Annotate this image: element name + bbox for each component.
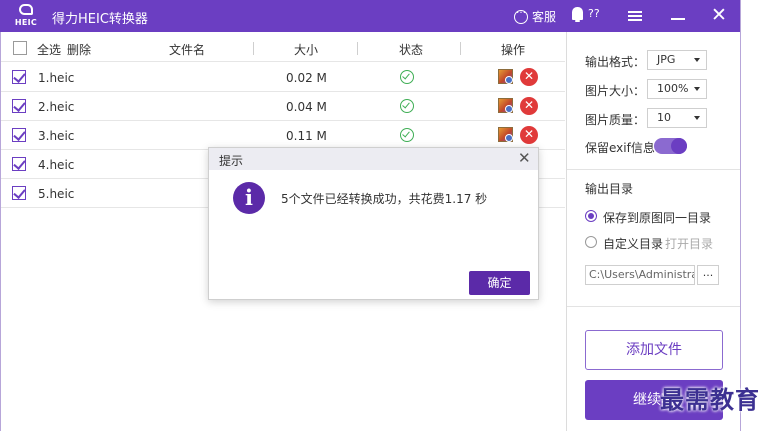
- preview-image-icon[interactable]: [498, 98, 513, 113]
- column-header-status: 状态: [399, 43, 424, 57]
- delete-icon[interactable]: ✕: [520, 68, 538, 86]
- file-size: 0.11 M: [286, 129, 327, 143]
- row-checkbox[interactable]: [12, 157, 26, 171]
- row-checkbox[interactable]: [12, 99, 26, 113]
- row-checkbox[interactable]: [12, 128, 26, 142]
- image-quality-select[interactable]: 10: [647, 108, 707, 128]
- column-separator: [460, 42, 461, 55]
- row-checkbox[interactable]: [12, 70, 26, 84]
- delete-icon[interactable]: ✕: [520, 97, 538, 115]
- divider: [567, 169, 741, 170]
- column-separator: [253, 42, 254, 55]
- radio-custom-dir[interactable]: [585, 236, 597, 248]
- chevron-down-icon: [694, 116, 700, 120]
- dialog-close-icon[interactable]: ✕: [518, 149, 531, 167]
- check-circle-icon: [400, 128, 414, 142]
- exif-label: 保留exif信息: [585, 141, 655, 155]
- bell-icon: [572, 7, 583, 22]
- column-header-filename: 文件名: [169, 43, 206, 57]
- menu-icon[interactable]: [628, 11, 642, 21]
- file-name: 2.heic: [38, 100, 75, 114]
- select-all-checkbox[interactable]: [13, 41, 27, 55]
- image-size-value: 100%: [657, 82, 689, 95]
- app-logo: HEIC: [10, 3, 42, 29]
- minimize-icon[interactable]: [671, 18, 685, 20]
- preview-image-icon[interactable]: [498, 69, 513, 84]
- radio-same-dir-label[interactable]: 保存到原图同一目录: [603, 209, 711, 226]
- output-format-value: JPG: [657, 53, 676, 66]
- file-name: 1.heic: [38, 71, 75, 85]
- browse-button[interactable]: ...: [697, 265, 719, 285]
- table-row[interactable]: 1.heic 0.02 M ✕: [1, 63, 565, 92]
- file-name: 5.heic: [38, 187, 75, 201]
- dialog-message: 5个文件已经转换成功，共花费1.17 秒: [281, 192, 488, 206]
- delete-icon[interactable]: ✕: [520, 126, 538, 144]
- column-header-action: 操作: [501, 43, 526, 57]
- table-row[interactable]: 3.heic 0.11 M ✕: [1, 121, 565, 150]
- cloud-arrow-icon: [19, 4, 33, 15]
- chat-bubble-icon: [514, 5, 528, 24]
- chevron-down-icon: [694, 87, 700, 91]
- image-size-label: 图片大小：: [585, 84, 646, 98]
- dialog-title: 提示: [219, 154, 244, 168]
- check-circle-icon: [400, 99, 414, 113]
- open-dir-link[interactable]: 打开目录: [665, 235, 713, 252]
- table-row[interactable]: 2.heic 0.04 M ✕: [1, 92, 565, 121]
- select-all-label[interactable]: 全选: [37, 41, 61, 58]
- radio-same-dir[interactable]: [585, 210, 597, 222]
- image-size-select[interactable]: 100%: [647, 79, 707, 99]
- file-size: 0.04 M: [286, 100, 327, 114]
- row-checkbox[interactable]: [12, 186, 26, 200]
- notification-button[interactable]: ??: [572, 7, 600, 22]
- output-format-select[interactable]: JPG: [647, 50, 707, 70]
- column-separator: [357, 42, 358, 55]
- dialog-header: 提示 ✕: [209, 148, 538, 170]
- divider: [567, 306, 741, 307]
- logo-text: HEIC: [14, 18, 38, 27]
- app-title: 得力HEIC转换器: [52, 12, 148, 27]
- chevron-down-icon: [694, 58, 700, 62]
- window-close-icon[interactable]: ✕: [708, 3, 730, 27]
- settings-panel: 输出格式： JPG 图片大小： 100% 图片质量： 10 保留exif信息 输…: [566, 32, 741, 431]
- exif-toggle[interactable]: [654, 138, 687, 154]
- output-path-field[interactable]: C:\Users\Administra: [585, 265, 695, 285]
- preview-image-icon[interactable]: [498, 127, 513, 142]
- success-dialog: 提示 ✕ i 5个文件已经转换成功，共花费1.17 秒 确定: [208, 147, 539, 300]
- file-name: 4.heic: [38, 158, 75, 172]
- confirm-button[interactable]: 确定: [469, 271, 530, 295]
- title-bar: HEIC 得力HEIC转换器 客服 ?? ✕: [0, 0, 741, 32]
- output-format-label: 输出格式：: [585, 55, 646, 69]
- file-name: 3.heic: [38, 129, 75, 143]
- delete-link[interactable]: 删除: [67, 41, 91, 58]
- radio-custom-dir-label[interactable]: 自定义目录: [603, 235, 663, 252]
- file-table-header: 全选 删除 文件名 大小 状态 操作: [1, 32, 565, 62]
- image-quality-value: 10: [657, 111, 671, 124]
- toggle-knob: [671, 138, 687, 154]
- check-circle-icon: [400, 70, 414, 84]
- column-header-size: 大小: [294, 43, 319, 57]
- info-icon: i: [233, 182, 265, 214]
- background-margin: [741, 0, 781, 431]
- output-dir-title: 输出目录: [585, 182, 634, 196]
- customer-service-button[interactable]: 客服: [514, 5, 557, 25]
- customer-service-label: 客服: [532, 10, 557, 24]
- add-file-button[interactable]: 添加文件: [585, 330, 723, 370]
- image-quality-label: 图片质量：: [585, 113, 646, 127]
- file-size: 0.02 M: [286, 71, 327, 85]
- watermark: 最需教育: [660, 385, 760, 414]
- notification-count: ??: [588, 7, 600, 20]
